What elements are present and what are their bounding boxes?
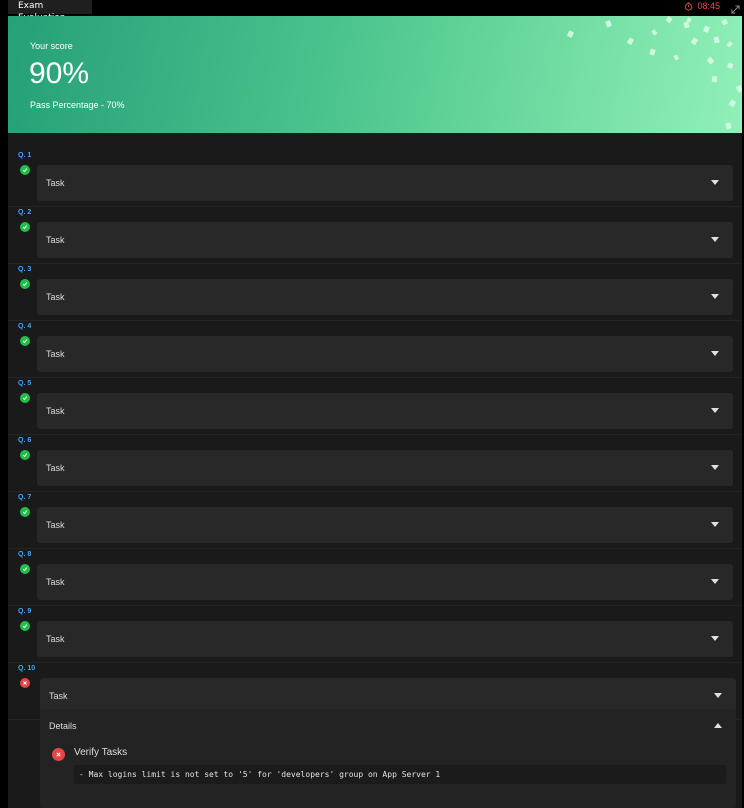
chevron-down-icon[interactable]: [711, 237, 719, 242]
question-task-label: Task: [49, 691, 68, 701]
question-row: Q. 3 Task: [8, 263, 742, 321]
stopwatch-icon: [685, 1, 693, 11]
x-circle-icon: [52, 748, 65, 761]
question-number: Q. 1: [18, 152, 32, 159]
question-number: Q. 9: [18, 608, 32, 615]
chevron-down-icon[interactable]: [711, 636, 719, 641]
confetti-decoration: [566, 16, 742, 130]
check-circle-icon: [20, 621, 30, 631]
timer-value: 08:45: [697, 1, 720, 11]
chevron-up-icon[interactable]: [714, 723, 722, 728]
check-circle-icon: [20, 393, 30, 403]
question-task-label: Task: [46, 520, 65, 530]
question-row: Q. 2 Task: [8, 206, 742, 264]
question-row: Q. 5 Task: [8, 377, 742, 435]
question-row: Q. 7 Task: [8, 491, 742, 549]
question-number: Q. 2: [18, 209, 32, 216]
question-task-label: Task: [46, 178, 65, 188]
verify-message: - Max logins limit is not set to '5' for…: [74, 765, 726, 784]
evaluation-panel: Your score 90% Pass Percentage - 70% Q. …: [8, 16, 742, 808]
question-task-label: Task: [46, 235, 65, 245]
question-number: Q. 7: [18, 494, 32, 501]
question-task-label: Task: [46, 349, 65, 359]
check-circle-icon: [20, 222, 30, 232]
score-value: 90%: [29, 57, 90, 90]
chevron-down-icon[interactable]: [711, 351, 719, 356]
question-row: Q. 1 Task: [8, 149, 742, 207]
check-circle-icon: [20, 336, 30, 346]
exam-timer: 08:45: [684, 1, 720, 11]
question-row: Q. 9 Task: [8, 605, 742, 663]
top-bar: Exam Evaluation 08:45: [0, 0, 744, 23]
question-task-label: Task: [46, 634, 65, 644]
details-title: Details: [49, 721, 77, 731]
chevron-down-icon[interactable]: [711, 522, 719, 527]
chevron-down-icon[interactable]: [711, 294, 719, 299]
tab-exam-evaluation[interactable]: Exam Evaluation: [8, 0, 92, 23]
question-task-dropdown[interactable]: Task: [37, 279, 733, 315]
chevron-down-icon[interactable]: [711, 408, 719, 413]
question-task-label: Task: [46, 406, 65, 416]
question-task-dropdown[interactable]: Task: [37, 450, 733, 486]
question-task-label: Task: [46, 292, 65, 302]
question-number: Q. 10: [18, 665, 36, 672]
question-row: Q. 4 Task: [8, 320, 742, 378]
question-task-dropdown[interactable]: Task: [37, 222, 733, 258]
chevron-down-icon[interactable]: [711, 180, 719, 185]
question-row: Q. 6 Task: [8, 434, 742, 492]
check-circle-icon: [20, 507, 30, 517]
question-task-dropdown[interactable]: Task: [37, 393, 733, 429]
pass-percentage: Pass Percentage - 70%: [30, 100, 125, 110]
details-panel: Details Verify Tasks - Max logins limit …: [40, 709, 736, 808]
question-task-dropdown[interactable]: Task: [37, 165, 733, 201]
chevron-down-icon[interactable]: [711, 465, 719, 470]
question-task-label: Task: [46, 463, 65, 473]
question-number: Q. 4: [18, 323, 32, 330]
chevron-down-icon[interactable]: [711, 579, 719, 584]
x-circle-icon: [20, 678, 30, 688]
question-number: Q. 6: [18, 437, 32, 444]
check-circle-icon: [20, 279, 30, 289]
check-circle-icon: [20, 165, 30, 175]
question-task-dropdown[interactable]: Task: [37, 336, 733, 372]
check-circle-icon: [20, 564, 30, 574]
verify-tasks-title: Verify Tasks: [74, 747, 128, 758]
question-task-dropdown[interactable]: Task: [37, 621, 733, 657]
question-task-dropdown[interactable]: Task: [37, 564, 733, 600]
question-row: Q. 8 Task: [8, 548, 742, 606]
score-banner: Your score 90% Pass Percentage - 70%: [8, 16, 742, 133]
check-circle-icon: [20, 450, 30, 460]
question-number: Q. 8: [18, 551, 32, 558]
score-label: Your score: [30, 41, 73, 51]
question-number: Q. 5: [18, 380, 32, 387]
chevron-down-icon[interactable]: [714, 693, 722, 698]
question-task-label: Task: [46, 577, 65, 587]
question-number: Q. 3: [18, 266, 32, 273]
question-task-dropdown[interactable]: Task: [37, 507, 733, 543]
